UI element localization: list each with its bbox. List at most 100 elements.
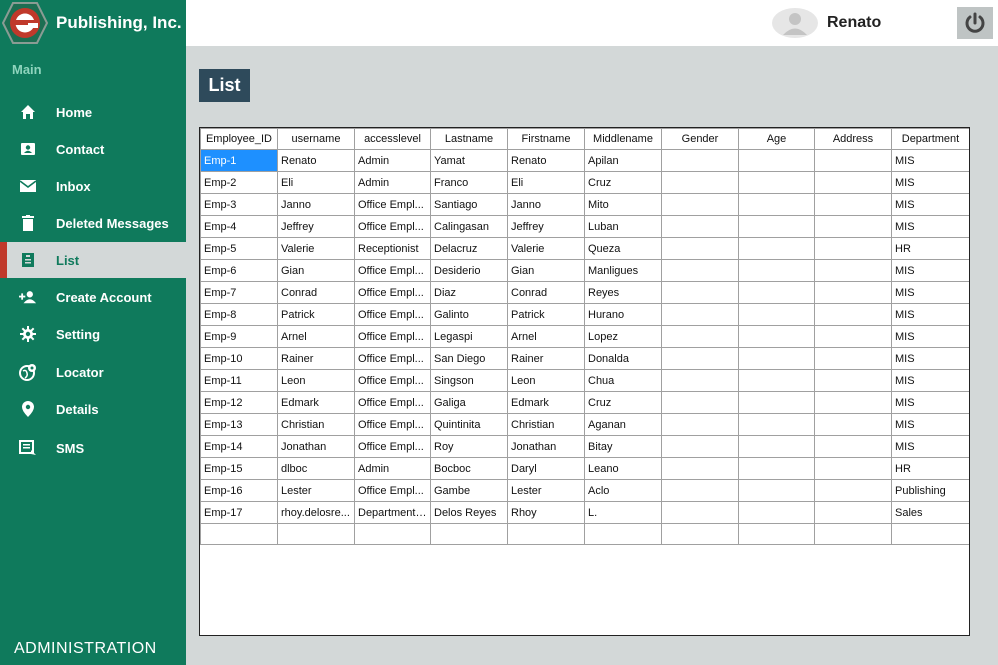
table-cell[interactable] [738, 523, 815, 545]
column-header[interactable]: username [277, 128, 355, 150]
table-cell[interactable]: Yamat [430, 149, 508, 172]
table-cell[interactable]: Donalda [584, 347, 662, 370]
table-cell[interactable] [814, 347, 892, 370]
table-cell[interactable] [661, 215, 739, 238]
table-cell[interactable]: Edmark [277, 391, 355, 414]
table-cell[interactable]: Admin [354, 457, 431, 480]
logout-button[interactable] [957, 7, 993, 39]
column-header[interactable]: Lastname [430, 128, 508, 150]
table-cell[interactable]: MIS [891, 303, 969, 326]
table-row[interactable]: Emp-12 Edmark Office Empl... Galiga Edmark Cr… [200, 391, 969, 414]
table-cell[interactable] [661, 325, 739, 348]
sidebar-item-deleted-messages[interactable]: Deleted Messages [0, 205, 186, 241]
table-cell[interactable]: Office Empl... [354, 435, 431, 458]
table-cell[interactable] [661, 347, 739, 370]
table-cell[interactable] [814, 479, 892, 502]
column-header[interactable]: Gender [661, 128, 739, 150]
table-cell[interactable] [661, 237, 739, 260]
table-cell[interactable] [738, 413, 815, 436]
table-cell[interactable]: dlboc [277, 457, 355, 480]
table-cell[interactable]: Patrick [277, 303, 355, 326]
table-row[interactable]: Emp-8 Patrick Office Empl... Galinto Patrick… [200, 303, 969, 326]
column-header[interactable]: Age [738, 128, 815, 150]
table-cell[interactable] [661, 259, 739, 282]
table-cell[interactable]: Office Empl... [354, 193, 431, 216]
table-row[interactable]: Emp-5 Valerie Receptionist Delacruz Valerie Q… [200, 237, 969, 260]
table-cell[interactable]: Receptionist [354, 237, 431, 260]
table-cell[interactable] [891, 523, 969, 545]
table-cell[interactable]: Diaz [430, 281, 508, 304]
table-cell[interactable]: MIS [891, 435, 969, 458]
table-cell[interactable] [738, 303, 815, 326]
table-cell[interactable]: Valerie [507, 237, 585, 260]
table-cell[interactable]: Office Empl... [354, 281, 431, 304]
table-cell[interactable]: San Diego [430, 347, 508, 370]
table-cell[interactable]: MIS [891, 259, 969, 282]
table-cell[interactable] [661, 479, 739, 502]
table-cell[interactable]: Emp-15 [200, 457, 278, 480]
table-cell[interactable]: Gambe [430, 479, 508, 502]
table-cell[interactable] [661, 149, 739, 172]
table-cell[interactable] [738, 281, 815, 304]
table-row[interactable]: Emp-17 rhoy.delosre... Department ... Delos… [200, 501, 969, 524]
table-cell[interactable]: Emp-14 [200, 435, 278, 458]
table-cell[interactable]: Emp-7 [200, 281, 278, 304]
table-cell[interactable] [661, 193, 739, 216]
table-cell[interactable]: Emp-1 [200, 149, 278, 172]
table-cell[interactable] [738, 237, 815, 260]
table-cell[interactable]: Publishing [891, 479, 969, 502]
table-cell[interactable] [661, 457, 739, 480]
table-row[interactable]: Emp-15 dlboc Admin Bocboc Daryl Leano HR [200, 457, 969, 480]
employee-data-grid[interactable]: Employee_ID username accesslevel Lastname Fi… [199, 127, 970, 636]
table-cell[interactable]: Office Empl... [354, 347, 431, 370]
table-cell[interactable] [814, 457, 892, 480]
table-cell[interactable] [661, 435, 739, 458]
user-avatar-icon[interactable] [772, 8, 818, 38]
table-cell[interactable]: Galiga [430, 391, 508, 414]
table-row[interactable]: Emp-3 Janno Office Empl... Santiago Janno Mit… [200, 193, 969, 216]
table-cell[interactable] [738, 171, 815, 194]
table-cell[interactable] [814, 523, 892, 545]
column-header[interactable]: Firstname [507, 128, 585, 150]
table-cell[interactable]: Lester [507, 479, 585, 502]
sidebar-item-create-account[interactable]: Create Account [0, 279, 186, 315]
table-cell[interactable] [814, 303, 892, 326]
table-cell[interactable] [507, 523, 585, 545]
table-cell[interactable]: Office Empl... [354, 479, 431, 502]
table-cell[interactable] [661, 501, 739, 524]
table-cell[interactable]: Bitay [584, 435, 662, 458]
table-cell[interactable]: Jonathan [277, 435, 355, 458]
table-cell[interactable] [200, 523, 278, 545]
table-cell[interactable]: Emp-10 [200, 347, 278, 370]
column-header[interactable]: Address [814, 128, 892, 150]
table-cell[interactable]: Leano [584, 457, 662, 480]
table-cell[interactable] [814, 391, 892, 414]
table-cell[interactable]: Daryl [507, 457, 585, 480]
table-cell[interactable] [738, 215, 815, 238]
table-cell[interactable]: Office Empl... [354, 325, 431, 348]
table-cell[interactable]: Santiago [430, 193, 508, 216]
table-cell[interactable]: Sales [891, 501, 969, 524]
table-cell[interactable]: Jonathan [507, 435, 585, 458]
table-row[interactable]: Emp-10 Rainer Office Empl... San Diego Raine… [200, 347, 969, 370]
table-row[interactable]: Emp-16 Lester Office Empl... Gambe Lester Acl… [200, 479, 969, 502]
sidebar-item-list[interactable]: List [0, 242, 186, 278]
table-cell[interactable] [661, 413, 739, 436]
column-header[interactable]: accesslevel [354, 128, 431, 150]
table-cell[interactable] [814, 149, 892, 172]
table-cell[interactable]: HR [891, 457, 969, 480]
table-cell[interactable]: Office Empl... [354, 303, 431, 326]
table-cell[interactable] [738, 325, 815, 348]
table-cell[interactable]: Galinto [430, 303, 508, 326]
table-cell[interactable]: Eli [507, 171, 585, 194]
table-cell[interactable]: Rainer [277, 347, 355, 370]
table-cell[interactable]: MIS [891, 281, 969, 304]
table-cell[interactable] [738, 435, 815, 458]
table-cell[interactable] [738, 391, 815, 414]
table-cell[interactable]: Emp-3 [200, 193, 278, 216]
table-cell[interactable]: Patrick [507, 303, 585, 326]
table-cell[interactable]: Janno [507, 193, 585, 216]
table-cell[interactable] [738, 149, 815, 172]
table-cell[interactable] [277, 523, 355, 545]
table-cell[interactable]: Emp-11 [200, 369, 278, 392]
